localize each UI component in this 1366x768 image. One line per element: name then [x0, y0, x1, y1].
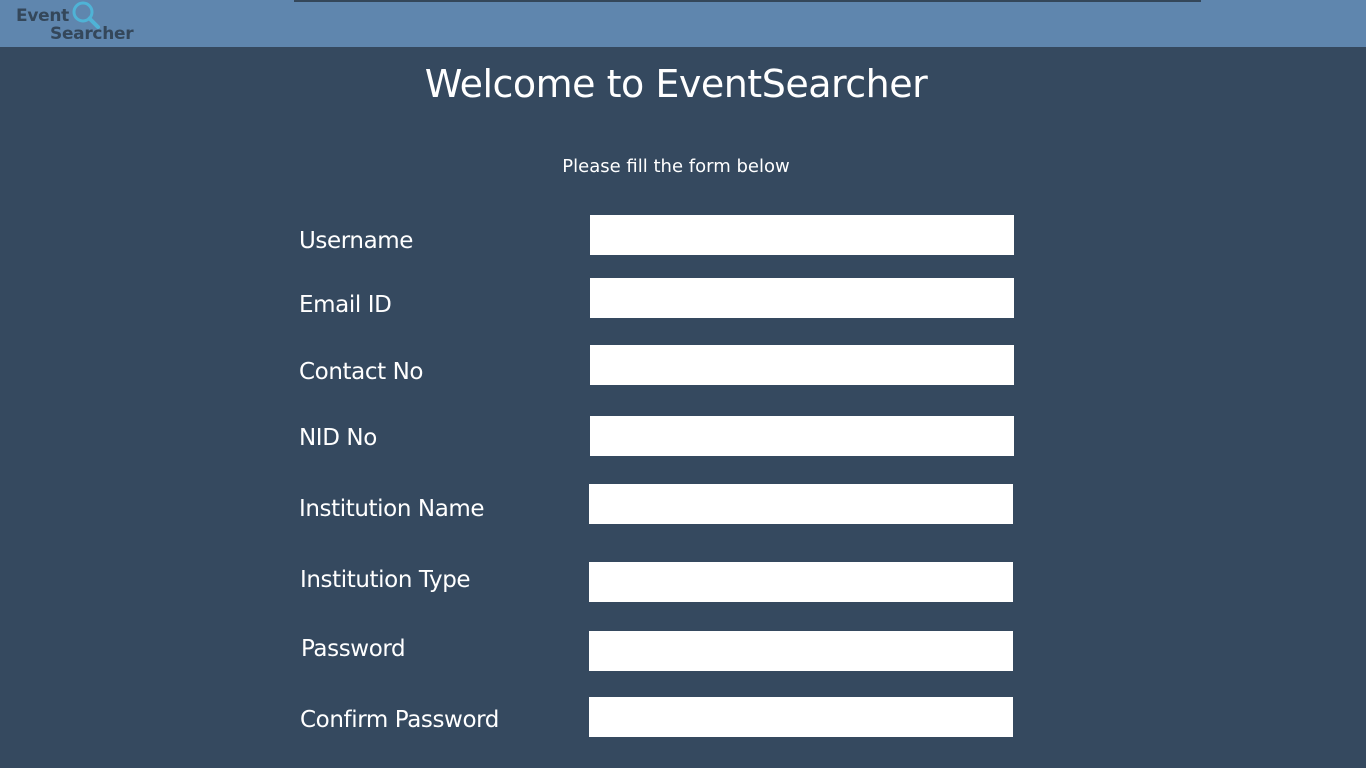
- nid-label: NID No: [299, 425, 377, 451]
- logo-word-event: Event: [16, 6, 69, 26]
- institution-type-label: Institution Type: [300, 567, 471, 593]
- username-label: Username: [299, 228, 414, 254]
- logo-word-searcher: Searcher: [50, 24, 134, 44]
- password-label: Password: [301, 636, 406, 662]
- username-input[interactable]: [590, 215, 1014, 255]
- institution-type-input[interactable]: [589, 562, 1013, 602]
- page-title: Welcome to EventSearcher: [424, 62, 928, 106]
- institution-name-input[interactable]: [589, 484, 1013, 524]
- nid-input[interactable]: [590, 416, 1014, 456]
- top-bar: Event Searcher: [0, 0, 1366, 47]
- confirm-password-input[interactable]: [589, 697, 1013, 737]
- contact-label: Contact No: [299, 359, 424, 385]
- password-input[interactable]: [589, 631, 1013, 671]
- confirm-password-label: Confirm Password: [300, 707, 499, 733]
- institution-name-label: Institution Name: [299, 496, 485, 522]
- email-input[interactable]: [590, 278, 1014, 318]
- email-label: Email ID: [299, 292, 392, 318]
- contact-input[interactable]: [590, 345, 1014, 385]
- top-divider: [294, 0, 1201, 2]
- form-instructions: Please fill the form below: [562, 156, 790, 177]
- app-logo[interactable]: Event Searcher: [14, 0, 144, 47]
